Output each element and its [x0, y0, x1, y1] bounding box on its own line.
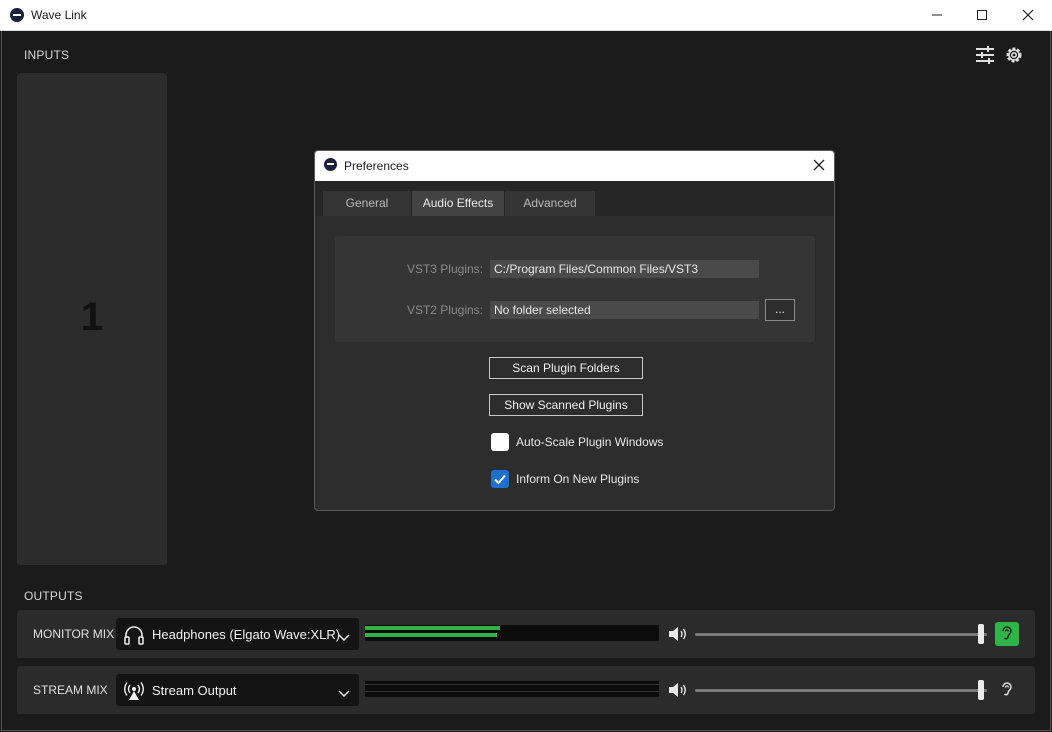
vst3-path-field[interactable]: C:/Program Files/Common Files/VST3: [490, 260, 759, 278]
monitor-mix-label: MONITOR MIX: [33, 627, 115, 641]
chevron-down-icon: [338, 630, 350, 645]
stream-device-name: Stream Output: [152, 683, 237, 698]
scan-plugin-folders-button[interactable]: Scan Plugin Folders: [489, 357, 643, 379]
monitor-level-meter: [365, 625, 659, 641]
auto-scale-label: Auto-Scale Plugin Windows: [516, 435, 664, 449]
wave-link-app-icon: [10, 8, 24, 22]
stream-meter-left: [365, 684, 659, 685]
speaker-volume-icon[interactable]: [667, 625, 689, 646]
monitor-mix-row: MONITOR MIX Headphones (Elgato Wave:XLR): [17, 610, 1035, 658]
ear-icon: [1002, 682, 1012, 696]
stream-mix-row: STREAM MIX Stream Output: [17, 666, 1035, 714]
tab-audio-effects[interactable]: Audio Effects: [412, 191, 504, 216]
stream-volume-slider[interactable]: [695, 689, 987, 692]
close-button[interactable]: [1005, 0, 1051, 31]
inputs-section-label: INPUTS: [24, 48, 70, 62]
vst2-path-field[interactable]: No folder selected: [490, 301, 759, 319]
tab-general[interactable]: General: [323, 191, 411, 216]
input-channel[interactable]: 1: [17, 73, 167, 565]
monitor-device-name: Headphones (Elgato Wave:XLR): [152, 627, 341, 642]
stream-device-select[interactable]: Stream Output: [116, 674, 359, 706]
close-icon: [813, 159, 825, 171]
monitor-volume-thumb[interactable]: [978, 624, 984, 644]
inform-new-plugins-checkbox[interactable]: [491, 470, 509, 488]
vst2-label: VST2 Plugins:: [406, 303, 483, 317]
monitor-volume-slider[interactable]: [695, 633, 987, 636]
monitor-meter-left: [365, 626, 500, 630]
stream-meter-right: [365, 691, 659, 692]
close-icon: [1022, 9, 1034, 21]
dialog-tabs: General Audio Effects Advanced: [315, 181, 834, 216]
monitor-listen-button[interactable]: [995, 622, 1019, 646]
ear-icon: [1002, 626, 1012, 640]
auto-scale-checkbox[interactable]: [491, 433, 509, 451]
broadcast-icon: [123, 681, 145, 704]
maximize-button[interactable]: [959, 0, 1005, 31]
plugin-folders-panel: VST3 Plugins: C:/Program Files/Common Fi…: [335, 236, 815, 342]
minimize-button[interactable]: [914, 0, 960, 31]
checkmark-icon: [494, 474, 506, 485]
minimize-icon: [932, 14, 942, 16]
dialog-close-button[interactable]: [812, 158, 826, 175]
show-scanned-plugins-button[interactable]: Show Scanned Plugins: [489, 394, 643, 416]
stream-mix-label: STREAM MIX: [33, 683, 108, 697]
mixer-settings-icon[interactable]: [975, 45, 995, 68]
browse-vst2-button[interactable]: ...: [765, 299, 795, 321]
wave-link-app-icon: [324, 158, 337, 171]
maximize-icon: [977, 10, 987, 20]
chevron-down-icon: [338, 686, 350, 701]
outputs-section-label: OUTPUTS: [24, 589, 83, 603]
monitor-device-select[interactable]: Headphones (Elgato Wave:XLR): [116, 618, 359, 650]
inform-new-plugins-label: Inform On New Plugins: [516, 472, 640, 486]
tab-advanced[interactable]: Advanced: [505, 191, 595, 216]
window-title: Wave Link: [31, 8, 87, 22]
monitor-meter-right: [365, 633, 497, 637]
stream-volume-thumb[interactable]: [978, 680, 984, 700]
speaker-volume-icon[interactable]: [667, 681, 689, 702]
window-titlebar: Wave Link: [0, 0, 1052, 31]
gear-icon[interactable]: [1004, 45, 1024, 68]
vst3-label: VST3 Plugins:: [406, 262, 483, 276]
stream-listen-button[interactable]: [995, 678, 1019, 702]
input-channel-number: 1: [80, 295, 104, 339]
dialog-title: Preferences: [344, 159, 409, 173]
dialog-titlebar: Preferences: [315, 151, 834, 181]
headphones-icon: [123, 625, 145, 648]
preferences-dialog: Preferences General Audio Effects Advanc…: [314, 150, 835, 511]
stream-level-meter: [365, 681, 659, 697]
